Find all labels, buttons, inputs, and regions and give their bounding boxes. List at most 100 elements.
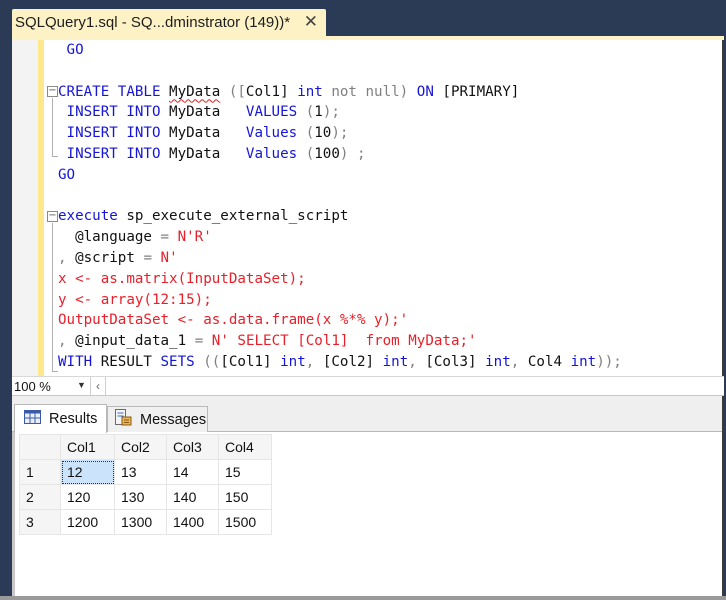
column-header[interactable]: Col4 (218, 434, 272, 460)
query-editor[interactable]: − − GO CREATE TABLE MyData ([Col1] int no… (12, 40, 724, 376)
code-token: MyData (169, 145, 221, 162)
column-header[interactable]: Col2 (114, 434, 167, 460)
app-window: SQLQuery1.sql - SQ...dminstrator (149))*… (0, 0, 726, 600)
code-token: )); (596, 353, 622, 370)
code-token: [PRIMARY] (433, 83, 520, 100)
fold-guide (52, 98, 53, 156)
code-token: GO (58, 42, 84, 58)
code-token: int (382, 353, 409, 370)
code-line[interactable]: WITH RESULT SETS (([Col1] int, [Col2] in… (58, 352, 722, 373)
collapse-icon[interactable]: − (47, 86, 58, 97)
grid-cell[interactable]: 13 (114, 459, 167, 485)
code-token: [Col1] (220, 353, 281, 370)
code-token: = (143, 249, 152, 266)
grid-cell[interactable]: 1400 (166, 509, 219, 535)
code-token: WITH (58, 353, 93, 370)
code-token: x <- as.matrix(InputDataSet); (58, 270, 306, 287)
code-token: SETS (160, 353, 195, 370)
code-line[interactable]: execute sp_execute_external_script (58, 206, 722, 227)
code-line[interactable] (58, 61, 722, 82)
code-line[interactable]: , @input_data_1 = N' SELECT [Col1] from … (58, 331, 722, 352)
code-token: Values (220, 125, 306, 142)
grid-cell[interactable]: 14 (166, 459, 219, 485)
code-line[interactable]: , @script = N' (58, 248, 722, 269)
code-line[interactable]: INSERT INTO MyData Values (10); (58, 123, 722, 144)
collapse-icon[interactable]: − (47, 211, 58, 222)
code-token: MyData (169, 83, 221, 100)
code-token: 10 (314, 125, 332, 142)
code-token: int (280, 353, 306, 370)
code-token: = (160, 229, 170, 246)
document-tab[interactable]: SQLQuery1.sql - SQ...dminstrator (149))*… (12, 9, 326, 36)
grid-cell[interactable]: 1500 (218, 509, 272, 535)
window-bottom-edge (0, 596, 726, 600)
code-token: Col4 (527, 353, 571, 370)
tab-messages[interactable]: Messages (107, 406, 208, 432)
code-token: @input_data_1 (75, 333, 195, 350)
grid-cell[interactable]: 150 (218, 484, 272, 510)
code-line[interactable]: x <- as.matrix(InputDataSet); (58, 269, 722, 290)
grid-cell[interactable]: 12 (60, 459, 115, 485)
code-line[interactable]: y <- array(12:15); (58, 290, 722, 311)
code-token: N' (151, 249, 178, 266)
scroll-left-button[interactable]: ‹ (90, 377, 106, 395)
code-token: (( (194, 353, 221, 370)
code-line[interactable]: OutputDataSet <- as.data.frame(x %*% y);… (58, 310, 722, 331)
code-line[interactable]: CREATE TABLE MyData ([Col1] int not null… (58, 82, 722, 103)
code-token: ); (331, 125, 349, 142)
code-token: int (297, 83, 323, 100)
code-line[interactable]: GO (58, 165, 722, 186)
column-header[interactable]: Col1 (60, 434, 115, 460)
editor-status-row: 100 % ▼ ‹ (12, 376, 724, 396)
grid-cell[interactable]: 120 (60, 484, 115, 510)
code-token: sp_execute_external_script (117, 208, 349, 225)
code-text[interactable]: GO CREATE TABLE MyData ([Col1] int not nu… (58, 40, 722, 373)
code-token: GO (58, 166, 76, 183)
code-line[interactable]: INSERT INTO MyData Values (100) ; (58, 144, 722, 165)
tab-results[interactable]: Results (14, 404, 107, 433)
code-token: RESULT (92, 353, 161, 370)
table-row: 1 12 13 14 15 (19, 459, 272, 485)
code-token: Values (220, 145, 306, 162)
grid-cell[interactable]: 1200 (60, 509, 115, 535)
document-tab-strip: SQLQuery1.sql - SQ...dminstrator (149))*… (12, 0, 724, 36)
grid-cell[interactable]: 1300 (114, 509, 167, 535)
row-number[interactable]: 2 (19, 484, 61, 510)
code-line[interactable]: @language = N'R' (58, 227, 722, 248)
grid-cell[interactable]: 15 (218, 459, 272, 485)
code-token: ( (305, 104, 315, 121)
grid-corner-cell[interactable] (19, 434, 61, 460)
code-line[interactable] (58, 186, 722, 207)
grid-cell[interactable]: 140 (166, 484, 219, 510)
code-line[interactable]: INSERT INTO MyData VALUES (1); (58, 102, 722, 123)
code-token: INSERT INTO (58, 125, 170, 142)
change-tracking-bar (38, 40, 44, 376)
results-pane: Results Messages Col1 Col2 Col3 Col4 1 1… (12, 396, 724, 598)
code-token: ON (416, 83, 434, 100)
code-token: MyData (169, 125, 221, 142)
code-token: not null) (322, 83, 417, 100)
code-token: Col1 (245, 83, 281, 100)
chevron-down-icon[interactable]: ▼ (77, 380, 86, 390)
code-line[interactable]: GO (58, 40, 722, 61)
code-token: ); (322, 104, 340, 121)
code-token: N'R' (169, 229, 212, 246)
zoom-level-dropdown[interactable]: 100 % (14, 378, 76, 395)
tab-messages-label: Messages (140, 411, 207, 428)
code-token: , (510, 353, 528, 370)
code-token: N' SELECT [Col1] from MyData;' (203, 333, 477, 350)
code-token: OutputDataSet <- as.data.frame(x %*% y);… (58, 312, 409, 329)
row-number[interactable]: 3 (19, 509, 61, 535)
code-token: MyData (169, 104, 221, 121)
header-row: Col1 Col2 Col3 Col4 (19, 434, 272, 460)
code-token: @language (58, 229, 161, 246)
row-number[interactable]: 1 (19, 459, 61, 485)
messages-icon (114, 409, 132, 430)
code-token: int (570, 353, 597, 370)
results-grid-pane: Col1 Col2 Col3 Col4 1 12 13 14 15 2 120 … (12, 432, 722, 598)
column-header[interactable]: Col3 (166, 434, 219, 460)
table-row: 3 1200 1300 1400 1500 (19, 509, 272, 535)
fold-guide (52, 223, 53, 371)
grid-cell[interactable]: 130 (114, 484, 167, 510)
close-icon[interactable]: ✕ (304, 12, 318, 32)
